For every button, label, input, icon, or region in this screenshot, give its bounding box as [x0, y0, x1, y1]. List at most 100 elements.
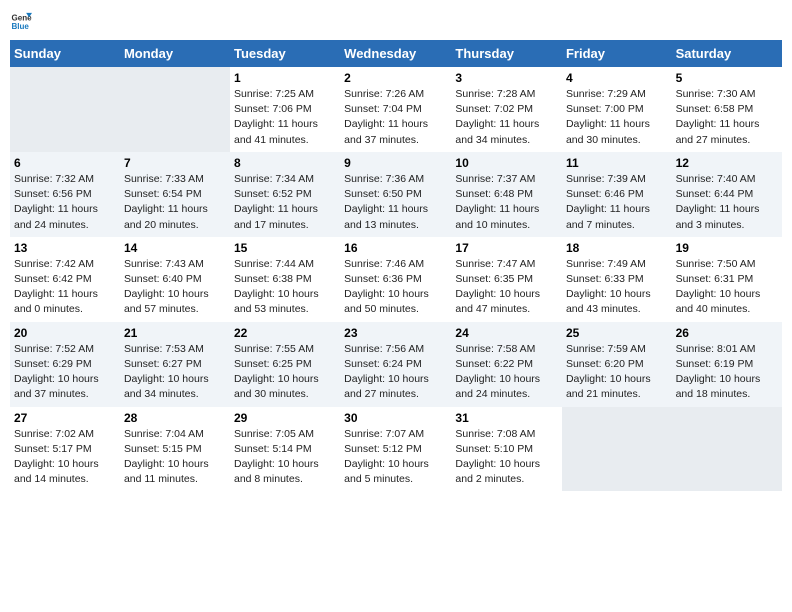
day-number: 18 [566, 241, 668, 255]
day-number: 28 [124, 411, 226, 425]
calendar-cell: 6 Sunrise: 7:32 AM Sunset: 6:56 PM Daylig… [10, 152, 120, 237]
calendar-cell: 13 Sunrise: 7:42 AM Sunset: 6:42 PM Dayli… [10, 237, 120, 322]
calendar-cell: 21 Sunrise: 7:53 AM Sunset: 6:27 PM Dayli… [120, 322, 230, 407]
day-number: 3 [455, 71, 558, 85]
day-number: 7 [124, 156, 226, 170]
calendar-cell: 2Sunrise: 7:26 AM Sunset: 7:04 PM Daylig… [340, 67, 451, 152]
calendar-cell: 14 Sunrise: 7:43 AM Sunset: 6:40 PM Dayli… [120, 237, 230, 322]
column-header-saturday: Saturday [672, 40, 782, 67]
day-number: 16 [344, 241, 447, 255]
svg-text:Blue: Blue [11, 22, 29, 31]
day-info: Sunrise: 8:01 AM Sunset: 6:19 PM Dayligh… [676, 342, 778, 403]
calendar-cell: 22 Sunrise: 7:55 AM Sunset: 6:25 PM Dayli… [230, 322, 340, 407]
calendar-cell: 3Sunrise: 7:28 AM Sunset: 7:02 PM Daylig… [451, 67, 562, 152]
calendar-cell: 20Sunrise: 7:52 AM Sunset: 6:29 PM Dayli… [10, 322, 120, 407]
day-number: 29 [234, 411, 336, 425]
day-info: Sunrise: 7:02 AM Sunset: 5:17 PM Dayligh… [14, 427, 116, 488]
page-header: General Blue [10, 10, 782, 32]
day-info: Sunrise: 7:53 AM Sunset: 6:27 PM Dayligh… [124, 342, 226, 403]
calendar-cell: 25 Sunrise: 7:59 AM Sunset: 6:20 PM Dayli… [562, 322, 672, 407]
column-header-thursday: Thursday [451, 40, 562, 67]
day-info: Sunrise: 7:05 AM Sunset: 5:14 PM Dayligh… [234, 427, 336, 488]
calendar-cell: 4 Sunrise: 7:29 AM Sunset: 7:00 PM Daylig… [562, 67, 672, 152]
calendar-cell: 19 Sunrise: 7:50 AM Sunset: 6:31 PM Dayli… [672, 237, 782, 322]
day-number: 19 [676, 241, 778, 255]
week-row-4: 20Sunrise: 7:52 AM Sunset: 6:29 PM Dayli… [10, 322, 782, 407]
day-number: 27 [14, 411, 116, 425]
day-number: 5 [676, 71, 778, 85]
day-info: Sunrise: 7:58 AM Sunset: 6:22 PM Dayligh… [455, 342, 558, 403]
day-info: Sunrise: 7:56 AM Sunset: 6:24 PM Dayligh… [344, 342, 447, 403]
day-info: Sunrise: 7:39 AM Sunset: 6:46 PM Dayligh… [566, 172, 668, 233]
day-info: Sunrise: 7:46 AM Sunset: 6:36 PM Dayligh… [344, 257, 447, 318]
week-row-1: 1Sunrise: 7:25 AM Sunset: 7:06 PM Daylig… [10, 67, 782, 152]
week-row-2: 6 Sunrise: 7:32 AM Sunset: 6:56 PM Daylig… [10, 152, 782, 237]
day-info: Sunrise: 7:08 AM Sunset: 5:10 PM Dayligh… [455, 427, 558, 488]
day-number: 9 [344, 156, 447, 170]
week-row-3: 13 Sunrise: 7:42 AM Sunset: 6:42 PM Dayli… [10, 237, 782, 322]
day-number: 4 [566, 71, 668, 85]
day-info: Sunrise: 7:40 AM Sunset: 6:44 PM Dayligh… [676, 172, 778, 233]
calendar-cell: 24 Sunrise: 7:58 AM Sunset: 6:22 PM Dayli… [451, 322, 562, 407]
day-info: Sunrise: 7:30 AM Sunset: 6:58 PM Dayligh… [676, 87, 778, 148]
column-header-sunday: Sunday [10, 40, 120, 67]
day-info: Sunrise: 7:50 AM Sunset: 6:31 PM Dayligh… [676, 257, 778, 318]
calendar-cell: 16 Sunrise: 7:46 AM Sunset: 6:36 PM Dayli… [340, 237, 451, 322]
day-info: Sunrise: 7:55 AM Sunset: 6:25 PM Dayligh… [234, 342, 336, 403]
calendar-cell: 12 Sunrise: 7:40 AM Sunset: 6:44 PM Dayli… [672, 152, 782, 237]
day-number: 22 [234, 326, 336, 340]
calendar-cell: 11 Sunrise: 7:39 AM Sunset: 6:46 PM Dayli… [562, 152, 672, 237]
day-info: Sunrise: 7:49 AM Sunset: 6:33 PM Dayligh… [566, 257, 668, 318]
calendar-cell [672, 407, 782, 492]
day-number: 11 [566, 156, 668, 170]
day-info: Sunrise: 7:32 AM Sunset: 6:56 PM Dayligh… [14, 172, 116, 233]
column-header-tuesday: Tuesday [230, 40, 340, 67]
day-info: Sunrise: 7:59 AM Sunset: 6:20 PM Dayligh… [566, 342, 668, 403]
day-number: 2 [344, 71, 447, 85]
column-header-wednesday: Wednesday [340, 40, 451, 67]
day-number: 31 [455, 411, 558, 425]
day-info: Sunrise: 7:47 AM Sunset: 6:35 PM Dayligh… [455, 257, 558, 318]
calendar-cell: 8 Sunrise: 7:34 AM Sunset: 6:52 PM Daylig… [230, 152, 340, 237]
day-number: 10 [455, 156, 558, 170]
day-number: 14 [124, 241, 226, 255]
calendar-cell: 17Sunrise: 7:47 AM Sunset: 6:35 PM Dayli… [451, 237, 562, 322]
logo-icon: General Blue [10, 10, 32, 32]
calendar-cell: 27 Sunrise: 7:02 AM Sunset: 5:17 PM Dayli… [10, 407, 120, 492]
day-info: Sunrise: 7:25 AM Sunset: 7:06 PM Dayligh… [234, 87, 336, 148]
calendar-cell: 5 Sunrise: 7:30 AM Sunset: 6:58 PM Daylig… [672, 67, 782, 152]
day-number: 24 [455, 326, 558, 340]
calendar-cell: 29 Sunrise: 7:05 AM Sunset: 5:14 PM Dayli… [230, 407, 340, 492]
day-number: 12 [676, 156, 778, 170]
calendar-cell [10, 67, 120, 152]
day-number: 25 [566, 326, 668, 340]
day-info: Sunrise: 7:44 AM Sunset: 6:38 PM Dayligh… [234, 257, 336, 318]
header-row: SundayMondayTuesdayWednesdayThursdayFrid… [10, 40, 782, 67]
calendar-cell: 30Sunrise: 7:07 AM Sunset: 5:12 PM Dayli… [340, 407, 451, 492]
logo: General Blue [10, 10, 34, 32]
day-info: Sunrise: 7:29 AM Sunset: 7:00 PM Dayligh… [566, 87, 668, 148]
day-number: 15 [234, 241, 336, 255]
day-info: Sunrise: 7:43 AM Sunset: 6:40 PM Dayligh… [124, 257, 226, 318]
calendar-cell: 15 Sunrise: 7:44 AM Sunset: 6:38 PM Dayli… [230, 237, 340, 322]
day-number: 26 [676, 326, 778, 340]
calendar-cell: 7Sunrise: 7:33 AM Sunset: 6:54 PM Daylig… [120, 152, 230, 237]
calendar-cell: 1Sunrise: 7:25 AM Sunset: 7:06 PM Daylig… [230, 67, 340, 152]
calendar-cell: 23 Sunrise: 7:56 AM Sunset: 6:24 PM Dayli… [340, 322, 451, 407]
day-number: 23 [344, 326, 447, 340]
day-number: 8 [234, 156, 336, 170]
calendar-cell: 10 Sunrise: 7:37 AM Sunset: 6:48 PM Dayli… [451, 152, 562, 237]
day-number: 21 [124, 326, 226, 340]
calendar-table: SundayMondayTuesdayWednesdayThursdayFrid… [10, 40, 782, 491]
day-number: 20 [14, 326, 116, 340]
day-info: Sunrise: 7:37 AM Sunset: 6:48 PM Dayligh… [455, 172, 558, 233]
calendar-cell: 18 Sunrise: 7:49 AM Sunset: 6:33 PM Dayli… [562, 237, 672, 322]
week-row-5: 27 Sunrise: 7:02 AM Sunset: 5:17 PM Dayli… [10, 407, 782, 492]
column-header-monday: Monday [120, 40, 230, 67]
day-number: 13 [14, 241, 116, 255]
day-info: Sunrise: 7:42 AM Sunset: 6:42 PM Dayligh… [14, 257, 116, 318]
day-info: Sunrise: 7:34 AM Sunset: 6:52 PM Dayligh… [234, 172, 336, 233]
day-number: 6 [14, 156, 116, 170]
calendar-cell: 9Sunrise: 7:36 AM Sunset: 6:50 PM Daylig… [340, 152, 451, 237]
column-header-friday: Friday [562, 40, 672, 67]
